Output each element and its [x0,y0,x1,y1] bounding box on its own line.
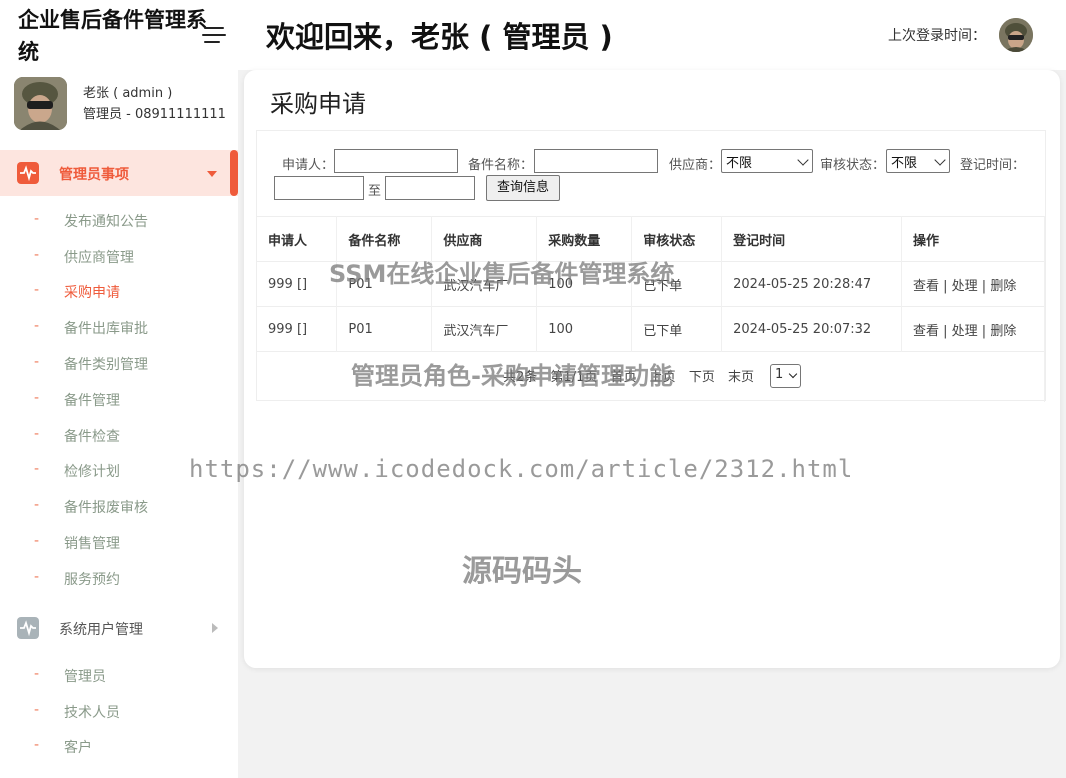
sidebar-item-scrap[interactable]: - 备件报废审核 [0,491,230,521]
column-header: 供应商 [431,216,538,262]
cell-status: 已下单 [631,261,723,307]
pulse-icon [17,162,39,184]
query-button[interactable]: 查询信息 [486,175,560,201]
sidebar-item-sales[interactable]: - 销售管理 [0,527,230,557]
part-name-input[interactable] [534,149,658,173]
applicant-input[interactable] [334,149,458,173]
column-header: 备件名称 [336,216,433,262]
cell-applicant: 999 [] [257,261,338,307]
cell-part: P01 [336,261,433,307]
cell-supplier: 武汉汽车厂 [431,306,538,352]
sidebar-item-supplier[interactable]: - 供应商管理 [0,241,230,271]
cell-time: 2024-05-25 20:28:47 [721,261,903,307]
pulse-icon [17,617,39,639]
cell-time: 2024-05-25 20:07:32 [721,306,903,352]
supplier-select[interactable]: 不限 [721,149,813,173]
sidebar-item-category[interactable]: - 备件类别管理 [0,348,230,378]
date-separator: 至 [368,184,382,199]
status-select[interactable]: 不限 [886,149,950,173]
chevron-down-icon [788,369,798,379]
date-from-input[interactable] [274,176,364,200]
last-login-label: 上次登录时间： [888,28,986,44]
row-actions[interactable]: 查看 | 处理 | 删除 [901,306,1045,352]
status-label: 审核状态： [820,158,886,173]
column-header: 采购数量 [536,216,633,262]
user-name: 老张 ( admin ) [83,86,173,101]
table-header-row: 申请人 备件名称 供应商 采购数量 审核状态 登记时间 操作 [257,216,1045,262]
cell-qty: 100 [536,261,633,307]
sidebar-group-label: 系统用户管理 [59,622,143,638]
sidebar-item-maintenance[interactable]: - 检修计划 [0,455,230,485]
sidebar-group-admin[interactable]: 管理员事项 [0,150,238,196]
sidebar-item-inspection[interactable]: - 备件检查 [0,420,230,450]
table-row: 999 [] P01 武汉汽车厂 100 已下单 2024-05-25 20:0… [257,306,1045,352]
sidebar-avatar [14,77,67,130]
supplier-label: 供应商： [669,158,722,173]
pager-total: 共2条 [503,370,538,385]
cell-supplier: 武汉汽车厂 [431,261,538,307]
avatar[interactable] [999,18,1033,52]
page-select[interactable]: 1 [770,364,801,388]
row-actions[interactable]: 查看 | 处理 | 删除 [901,261,1045,307]
chevron-down-icon [934,154,946,166]
chevron-down-icon [207,171,217,177]
top-bar: 企业售后备件管理系统 欢迎回来，老张 ( 管理员 ) 上次登录时间： [0,0,1066,70]
chevron-down-icon [797,154,809,166]
chevron-right-icon [212,623,218,633]
cell-qty: 100 [536,306,633,352]
pager-last[interactable]: 末页 [728,370,754,385]
welcome-heading: 欢迎回来，老张 ( 管理员 ) [266,20,613,54]
pager-first[interactable]: 首页 [611,370,637,385]
column-header: 申请人 [257,216,338,262]
user-role: 管理员 - 08911111111 [83,107,226,122]
sidebar-item-outbound[interactable]: - 备件出库审批 [0,312,230,342]
cell-applicant: 999 [] [257,306,338,352]
cell-part: P01 [336,306,433,352]
applicant-label: 申请人： [282,158,335,173]
table-row: 999 [] P01 武汉汽车厂 100 已下单 2024-05-25 20:2… [257,261,1045,307]
cell-status: 已下单 [631,306,723,352]
page-title: 采购申请 [270,90,366,118]
app-title: 企业售后备件管理系统 [18,8,207,64]
date-label: 登记时间： [960,158,1026,173]
pager-page-of: 第1/1页 [550,370,598,385]
part-name-label: 备件名称： [468,158,534,173]
column-header: 登记时间 [721,216,903,262]
sidebar-group-label: 管理员事项 [59,167,129,183]
menu-toggle-icon[interactable] [202,26,226,46]
sidebar-item-booking[interactable]: - 服务预约 [0,563,230,593]
sidebar-item-notice[interactable]: - 发布通知公告 [0,205,230,235]
pagination: 共2条 第1/1页 首页 上页 下页 末页 [503,366,763,385]
date-to-input[interactable] [385,176,475,200]
sidebar-item-technicians[interactable]: - 技术人员 [0,696,230,726]
pager-next[interactable]: 下页 [689,370,715,385]
sidebar-user-info: 老张 ( admin ) 管理员 - 08911111111 [83,83,226,125]
sidebar-group-users[interactable]: 系统用户管理 [0,605,238,651]
sidebar-item-purchase[interactable]: - 采购申请 [0,276,230,306]
sidebar-item-parts[interactable]: - 备件管理 [0,384,230,414]
sidebar: 老张 ( admin ) 管理员 - 08911111111 管理员事项 - 发布… [0,70,238,778]
sidebar-item-customers[interactable]: - 客户 [0,731,230,761]
column-header: 审核状态 [631,216,723,262]
column-header: 操作 [901,216,1045,262]
sidebar-item-admins[interactable]: - 管理员 [0,660,230,690]
pager-prev[interactable]: 上页 [650,370,676,385]
